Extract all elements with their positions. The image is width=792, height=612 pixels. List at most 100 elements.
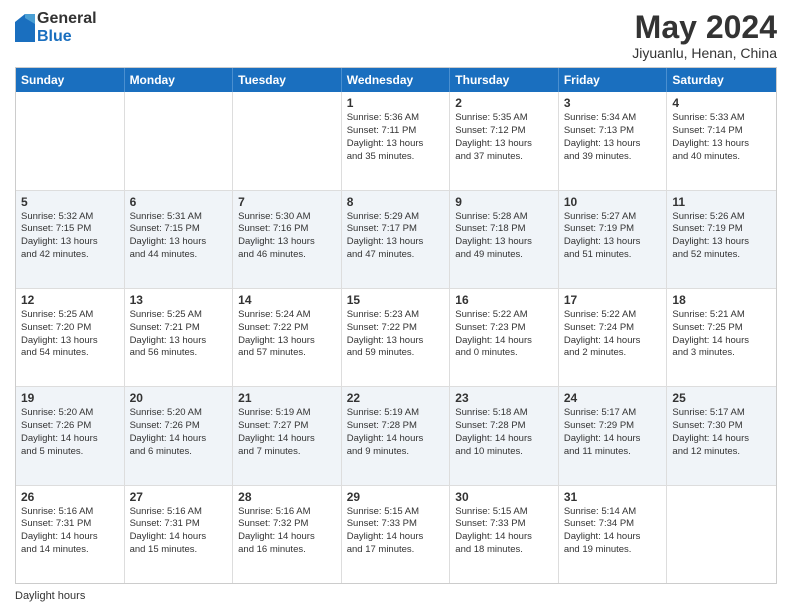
day-info: Sunrise: 5:29 AM Sunset: 7:17 PM Dayligh… bbox=[347, 211, 445, 262]
day-of-week-monday: Monday bbox=[125, 68, 234, 92]
day-info: Sunrise: 5:36 AM Sunset: 7:11 PM Dayligh… bbox=[347, 112, 445, 163]
day-of-week-thursday: Thursday bbox=[450, 68, 559, 92]
day-of-week-friday: Friday bbox=[559, 68, 668, 92]
day-info: Sunrise: 5:20 AM Sunset: 7:26 PM Dayligh… bbox=[21, 407, 119, 458]
location-subtitle: Jiyuanlu, Henan, China bbox=[632, 45, 777, 61]
day-info: Sunrise: 5:26 AM Sunset: 7:19 PM Dayligh… bbox=[672, 211, 771, 262]
day-info: Sunrise: 5:25 AM Sunset: 7:20 PM Dayligh… bbox=[21, 309, 119, 360]
day-info: Sunrise: 5:18 AM Sunset: 7:28 PM Dayligh… bbox=[455, 407, 553, 458]
cal-cell: 9Sunrise: 5:28 AM Sunset: 7:18 PM Daylig… bbox=[450, 191, 559, 288]
calendar-row-3: 19 Sunrise: 5:20 AM Sunset: 7:26 PM Dayli… bbox=[16, 386, 776, 484]
day-info: Sunrise: 5:22 AM Sunset: 7:24 PM Dayligh… bbox=[564, 309, 662, 360]
page: General Blue May 2024 Jiyuanlu, Henan, C… bbox=[0, 0, 792, 612]
day-info: Sunrise: 5:31 AM Sunset: 7:15 PM Dayligh… bbox=[130, 211, 228, 262]
cal-cell: 8 Sunrise: 5:29 AM Sunset: 7:17 PM Daylig… bbox=[342, 191, 451, 288]
day-number: 2 bbox=[455, 96, 553, 110]
day-of-week-tuesday: Tuesday bbox=[233, 68, 342, 92]
day-number: 30 bbox=[455, 490, 553, 504]
day-number: 23 bbox=[455, 391, 553, 405]
calendar: SundayMondayTuesdayWednesdayThursdayFrid… bbox=[15, 67, 777, 584]
day-info: Sunrise: 5:23 AM Sunset: 7:22 PM Dayligh… bbox=[347, 309, 445, 360]
cal-cell: 13 Sunrise: 5:25 AM Sunset: 7:21 PM Dayli… bbox=[125, 289, 234, 386]
day-info: Sunrise: 5:32 AM Sunset: 7:15 PM Dayligh… bbox=[21, 211, 119, 262]
cal-cell: 27 Sunrise: 5:16 AM Sunset: 7:31 PM Dayli… bbox=[125, 486, 234, 583]
day-info: Sunrise: 5:15 AM Sunset: 7:33 PM Dayligh… bbox=[347, 506, 445, 557]
cal-cell: 18Sunrise: 5:21 AM Sunset: 7:25 PM Dayli… bbox=[667, 289, 776, 386]
logo-text: General Blue bbox=[37, 10, 97, 45]
day-number: 6 bbox=[130, 195, 228, 209]
logo-general: General bbox=[37, 10, 97, 28]
day-number: 24 bbox=[564, 391, 662, 405]
cal-cell: 11 Sunrise: 5:26 AM Sunset: 7:19 PM Dayli… bbox=[667, 191, 776, 288]
footer-label: Daylight hours bbox=[15, 590, 85, 602]
day-info: Sunrise: 5:15 AM Sunset: 7:33 PM Dayligh… bbox=[455, 506, 553, 557]
day-number: 27 bbox=[130, 490, 228, 504]
day-number: 19 bbox=[21, 391, 119, 405]
cal-cell: 23 Sunrise: 5:18 AM Sunset: 7:28 PM Dayli… bbox=[450, 387, 559, 484]
cal-cell: 10Sunrise: 5:27 AM Sunset: 7:19 PM Dayli… bbox=[559, 191, 668, 288]
day-number: 22 bbox=[347, 391, 445, 405]
day-info: Sunrise: 5:35 AM Sunset: 7:12 PM Dayligh… bbox=[455, 112, 553, 163]
day-info: Sunrise: 5:33 AM Sunset: 7:14 PM Dayligh… bbox=[672, 112, 771, 163]
day-number: 5 bbox=[21, 195, 119, 209]
header: General Blue May 2024 Jiyuanlu, Henan, C… bbox=[15, 10, 777, 61]
cal-cell: 22 Sunrise: 5:19 AM Sunset: 7:28 PM Dayli… bbox=[342, 387, 451, 484]
cal-cell: 15 Sunrise: 5:23 AM Sunset: 7:22 PM Dayli… bbox=[342, 289, 451, 386]
day-info: Sunrise: 5:20 AM Sunset: 7:26 PM Dayligh… bbox=[130, 407, 228, 458]
day-number: 25 bbox=[672, 391, 771, 405]
day-info: Sunrise: 5:17 AM Sunset: 7:30 PM Dayligh… bbox=[672, 407, 771, 458]
cal-cell: 20 Sunrise: 5:20 AM Sunset: 7:26 PM Dayli… bbox=[125, 387, 234, 484]
day-info: Sunrise: 5:28 AM Sunset: 7:18 PM Dayligh… bbox=[455, 211, 553, 262]
calendar-row-2: 12 Sunrise: 5:25 AM Sunset: 7:20 PM Dayli… bbox=[16, 288, 776, 386]
cal-cell bbox=[667, 486, 776, 583]
cal-cell: 3Sunrise: 5:34 AM Sunset: 7:13 PM Daylig… bbox=[559, 92, 668, 189]
footer: Daylight hours bbox=[15, 590, 777, 602]
day-number: 15 bbox=[347, 293, 445, 307]
day-info: Sunrise: 5:17 AM Sunset: 7:29 PM Dayligh… bbox=[564, 407, 662, 458]
day-number: 18 bbox=[672, 293, 771, 307]
day-number: 1 bbox=[347, 96, 445, 110]
logo-icon bbox=[15, 14, 35, 42]
cal-cell: 24 Sunrise: 5:17 AM Sunset: 7:29 PM Dayli… bbox=[559, 387, 668, 484]
calendar-body: 1 Sunrise: 5:36 AM Sunset: 7:11 PM Daylig… bbox=[16, 92, 776, 583]
cal-cell: 6 Sunrise: 5:31 AM Sunset: 7:15 PM Daylig… bbox=[125, 191, 234, 288]
day-number: 13 bbox=[130, 293, 228, 307]
cal-cell: 7 Sunrise: 5:30 AM Sunset: 7:16 PM Daylig… bbox=[233, 191, 342, 288]
calendar-row-4: 26Sunrise: 5:16 AM Sunset: 7:31 PM Dayli… bbox=[16, 485, 776, 583]
cal-cell: 25 Sunrise: 5:17 AM Sunset: 7:30 PM Dayli… bbox=[667, 387, 776, 484]
calendar-header: SundayMondayTuesdayWednesdayThursdayFrid… bbox=[16, 68, 776, 92]
day-info: Sunrise: 5:24 AM Sunset: 7:22 PM Dayligh… bbox=[238, 309, 336, 360]
day-info: Sunrise: 5:25 AM Sunset: 7:21 PM Dayligh… bbox=[130, 309, 228, 360]
title-block: May 2024 Jiyuanlu, Henan, China bbox=[632, 10, 777, 61]
cal-cell: 17 Sunrise: 5:22 AM Sunset: 7:24 PM Dayli… bbox=[559, 289, 668, 386]
day-info: Sunrise: 5:30 AM Sunset: 7:16 PM Dayligh… bbox=[238, 211, 336, 262]
cal-cell: 1 Sunrise: 5:36 AM Sunset: 7:11 PM Daylig… bbox=[342, 92, 451, 189]
day-info: Sunrise: 5:16 AM Sunset: 7:31 PM Dayligh… bbox=[130, 506, 228, 557]
cal-cell: 4 Sunrise: 5:33 AM Sunset: 7:14 PM Daylig… bbox=[667, 92, 776, 189]
cal-cell: 31 Sunrise: 5:14 AM Sunset: 7:34 PM Dayli… bbox=[559, 486, 668, 583]
day-info: Sunrise: 5:14 AM Sunset: 7:34 PM Dayligh… bbox=[564, 506, 662, 557]
calendar-row-0: 1 Sunrise: 5:36 AM Sunset: 7:11 PM Daylig… bbox=[16, 92, 776, 189]
day-number: 7 bbox=[238, 195, 336, 209]
day-number: 12 bbox=[21, 293, 119, 307]
day-number: 4 bbox=[672, 96, 771, 110]
day-number: 20 bbox=[130, 391, 228, 405]
day-info: Sunrise: 5:19 AM Sunset: 7:28 PM Dayligh… bbox=[347, 407, 445, 458]
day-number: 8 bbox=[347, 195, 445, 209]
cal-cell bbox=[16, 92, 125, 189]
cal-cell: 19 Sunrise: 5:20 AM Sunset: 7:26 PM Dayli… bbox=[16, 387, 125, 484]
day-number: 29 bbox=[347, 490, 445, 504]
day-info: Sunrise: 5:27 AM Sunset: 7:19 PM Dayligh… bbox=[564, 211, 662, 262]
calendar-row-1: 5 Sunrise: 5:32 AM Sunset: 7:15 PM Daylig… bbox=[16, 190, 776, 288]
logo-blue: Blue bbox=[37, 28, 97, 46]
day-of-week-wednesday: Wednesday bbox=[342, 68, 451, 92]
day-number: 31 bbox=[564, 490, 662, 504]
day-info: Sunrise: 5:34 AM Sunset: 7:13 PM Dayligh… bbox=[564, 112, 662, 163]
day-info: Sunrise: 5:22 AM Sunset: 7:23 PM Dayligh… bbox=[455, 309, 553, 360]
day-of-week-saturday: Saturday bbox=[667, 68, 776, 92]
day-info: Sunrise: 5:16 AM Sunset: 7:31 PM Dayligh… bbox=[21, 506, 119, 557]
day-number: 17 bbox=[564, 293, 662, 307]
day-number: 11 bbox=[672, 195, 771, 209]
day-info: Sunrise: 5:16 AM Sunset: 7:32 PM Dayligh… bbox=[238, 506, 336, 557]
cal-cell: 2 Sunrise: 5:35 AM Sunset: 7:12 PM Daylig… bbox=[450, 92, 559, 189]
